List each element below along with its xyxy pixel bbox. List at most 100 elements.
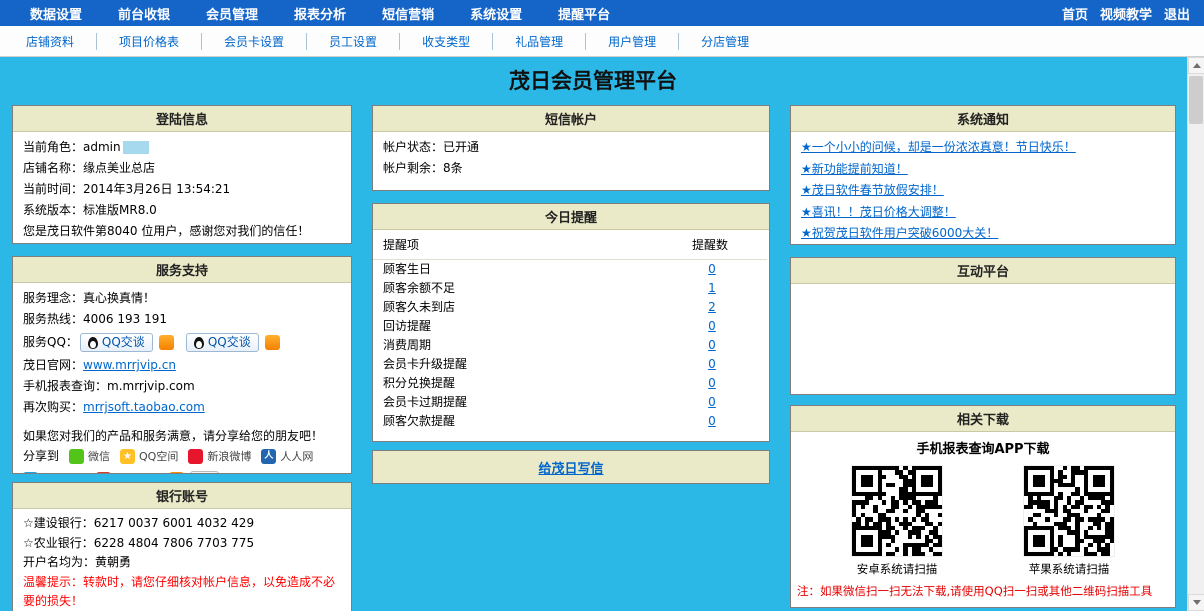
subnav-item-branch-mgmt[interactable]: 分店管理 xyxy=(679,33,771,50)
qr-captions-row: 安卓系统请扫描 苹果系统请扫描 xyxy=(797,559,1169,580)
topnav-item-member-mgmt[interactable]: 会员管理 xyxy=(206,4,258,23)
topnav-item-report-analysis[interactable]: 报表分析 xyxy=(294,4,346,23)
bank-warning-red: 温馨提示：转款时，请您仔细核对帐户信息，以免造成不必要的损失！ xyxy=(23,573,341,611)
qr-ios-caption: 苹果系统请扫描 xyxy=(1029,559,1110,580)
reminder-count-link[interactable]: 0 xyxy=(657,412,767,431)
wechat-icon[interactable] xyxy=(69,449,84,464)
notice-link[interactable]: ★新功能提前知道！ xyxy=(801,159,1165,181)
topnav-item-front-cashier[interactable]: 前台收银 xyxy=(118,4,170,23)
reminder-count-col-header: 提醒数 xyxy=(655,236,765,253)
service-support-body: 服务理念：真心换真情！ 服务热线：4006 193 191 服务QQ： QQ交谈… xyxy=(13,283,351,473)
renren-icon[interactable]: 人 xyxy=(261,449,276,464)
reminder-label: 顾客欠款提醒 xyxy=(383,412,657,431)
share-wechat-label[interactable]: 微信 xyxy=(88,447,110,466)
sina-weibo-icon[interactable] xyxy=(188,449,203,464)
reminder-label: 会员卡升级提醒 xyxy=(383,355,657,374)
topnav-video-tutorial-link[interactable]: 视频教学 xyxy=(1100,4,1152,23)
sub-navigation: 店铺资料 项目价格表 会员卡设置 员工设置 收支类型 礼品管理 用户管理 分店管… xyxy=(0,26,1204,57)
qzone-icon[interactable]: ★ xyxy=(120,449,135,464)
notice-link[interactable]: ★祝贺茂日软件用户突破6000大关！ xyxy=(801,223,1165,244)
netease-weibo-icon[interactable] xyxy=(96,472,111,473)
tencent-weibo-icon[interactable] xyxy=(23,472,38,473)
share-qzone-label[interactable]: QQ空间 xyxy=(139,447,178,466)
qr-code-android xyxy=(852,466,942,556)
subnav-item-staff-settings[interactable]: 员工设置 xyxy=(307,33,400,50)
share-tip-text: 如果您对我们的产品和服务满意，请分享给您的朋友吧！ xyxy=(23,426,341,447)
topnav-item-data-settings[interactable]: 数据设置 xyxy=(30,4,82,23)
reminder-count-link[interactable]: 1 xyxy=(657,279,767,298)
subnav-item-membercard-settings[interactable]: 会员卡设置 xyxy=(202,33,307,50)
store-name-text: 店铺名称：缘点美业总店 xyxy=(23,158,341,179)
current-role-text: 当前角色：admin xyxy=(23,137,341,158)
system-notice-panel: 系统通知 ★一个小小的问候，却是一份浓浓真意！节日快乐！ ★新功能提前知道！ ★… xyxy=(790,105,1176,245)
subnav-item-gift-mgmt[interactable]: 礼品管理 xyxy=(493,33,586,50)
middle-column: 短信帐户 帐户状态：已开通 帐户剩余：8条 今日提醒 提醒项 提醒数 顾客生日0… xyxy=(372,105,770,484)
downloads-panel: 相关下载 手机报表查询APP下载 安卓系统请扫描 苹果系统请扫描 注：如果微信扫… xyxy=(790,405,1176,608)
system-version-text: 系统版本：标准版MR8.0 xyxy=(23,200,341,221)
rebuy-label: 再次购买： xyxy=(23,400,83,414)
vertical-scrollbar[interactable] xyxy=(1187,57,1204,611)
reminder-count-link[interactable]: 0 xyxy=(657,355,767,374)
reminder-count-link[interactable]: 0 xyxy=(657,393,767,412)
bank-line-construction: ☆建设银行：6217 0037 6001 4032 429 xyxy=(23,514,341,534)
sms-status-text: 帐户状态：已开通 xyxy=(383,137,759,158)
topnav-logout-link[interactable]: 退出 xyxy=(1164,4,1190,23)
reminder-row-birthday: 顾客生日0 xyxy=(373,260,767,279)
qr-code-ios xyxy=(1024,466,1114,556)
scrollbar-up-arrow[interactable] xyxy=(1188,57,1204,74)
more-share-icon[interactable]: + xyxy=(169,472,184,473)
official-site-row: 茂日官网：www.mrrjvip.cn xyxy=(23,355,341,376)
reminder-row-card-upgrade: 会员卡升级提醒0 xyxy=(373,355,767,374)
download-note-text: 注：如果微信扫一扫无法下载,请使用QQ扫一扫或其他二维码扫描工具 xyxy=(797,584,1169,599)
reminder-count-link[interactable]: 0 xyxy=(657,336,767,355)
topnav-item-reminder-platform[interactable]: 提醒平台 xyxy=(558,4,610,23)
top-menu: 数据设置 前台收银 会员管理 报表分析 短信营销 系统设置 提醒平台 xyxy=(30,4,610,23)
interactive-platform-body xyxy=(791,284,1175,394)
official-site-link[interactable]: www.mrrjvip.cn xyxy=(83,358,176,372)
subnav-item-income-expense-type[interactable]: 收支类型 xyxy=(400,33,493,50)
reminder-row-low-balance: 顾客余额不足1 xyxy=(373,279,767,298)
subnav-item-shop-info[interactable]: 店铺资料 xyxy=(4,33,97,50)
top-menu-right: 首页 视频教学 退出 xyxy=(1062,4,1190,23)
share-sina-label[interactable]: 新浪微博 xyxy=(207,447,251,466)
topnav-item-sms-marketing[interactable]: 短信营销 xyxy=(382,4,434,23)
qq-badge-icon[interactable] xyxy=(265,335,280,350)
subnav-item-price-list[interactable]: 项目价格表 xyxy=(97,33,202,50)
sms-account-title: 短信帐户 xyxy=(373,106,769,132)
qq-chat-button-1[interactable]: QQ交谈 xyxy=(80,333,153,352)
topnav-item-system-settings[interactable]: 系统设置 xyxy=(470,4,522,23)
up-arrow-icon xyxy=(1193,63,1201,68)
notice-link[interactable]: ★喜讯！！茂日价格大调整！ xyxy=(801,202,1165,224)
reminder-count-link[interactable]: 0 xyxy=(657,260,767,279)
service-qq-label: 服务QQ： xyxy=(23,332,78,353)
share-tweibo-label[interactable]: 腾讯微博 xyxy=(42,470,86,473)
reminder-row-consume-cycle: 消费周期0 xyxy=(373,336,767,355)
scrollbar-down-arrow[interactable] xyxy=(1188,594,1204,611)
page-title: 茂日会员管理平台 xyxy=(12,65,1174,95)
today-reminders-title: 今日提醒 xyxy=(373,204,769,230)
service-support-panel: 服务支持 服务理念：真心换真情！ 服务热线：4006 193 191 服务QQ：… xyxy=(12,256,352,474)
notice-link[interactable]: ★茂日软件春节放假安排！ xyxy=(801,180,1165,202)
rebuy-link[interactable]: mrrjsoft.taobao.com xyxy=(83,400,205,414)
login-info-body: 当前角色：admin 店铺名称：缘点美业总店 当前时间：2014年3月26日 1… xyxy=(13,132,351,243)
qq-penguin-icon xyxy=(88,337,98,349)
service-hotline-text: 服务热线：4006 193 191 xyxy=(23,309,341,330)
reminder-row-follow-up: 回访提醒0 xyxy=(373,317,767,336)
share-netease-label[interactable]: 网易微博 xyxy=(115,470,159,473)
reminder-count-link[interactable]: 0 xyxy=(657,374,767,393)
reminder-label: 顾客生日 xyxy=(383,260,657,279)
write-letter-link[interactable]: 给茂日写信 xyxy=(538,458,603,477)
qq-badge-icon[interactable] xyxy=(159,335,174,350)
share-renren-label[interactable]: 人人网 xyxy=(280,447,313,466)
scrollbar-thumb[interactable] xyxy=(1189,76,1203,124)
reminder-label: 回访提醒 xyxy=(383,317,657,336)
topnav-home-link[interactable]: 首页 xyxy=(1062,4,1088,23)
reminder-label: 消费周期 xyxy=(383,336,657,355)
notice-link[interactable]: ★一个小小的问候，却是一份浓浓真意！节日快乐！ xyxy=(801,137,1165,159)
reminder-count-link[interactable]: 2 xyxy=(657,298,767,317)
reminder-label: 积分兑换提醒 xyxy=(383,374,657,393)
reminder-count-link[interactable]: 0 xyxy=(657,317,767,336)
qq-chat-label: QQ交谈 xyxy=(102,335,145,350)
qq-chat-button-2[interactable]: QQ交谈 xyxy=(186,333,259,352)
subnav-item-user-mgmt[interactable]: 用户管理 xyxy=(586,33,679,50)
